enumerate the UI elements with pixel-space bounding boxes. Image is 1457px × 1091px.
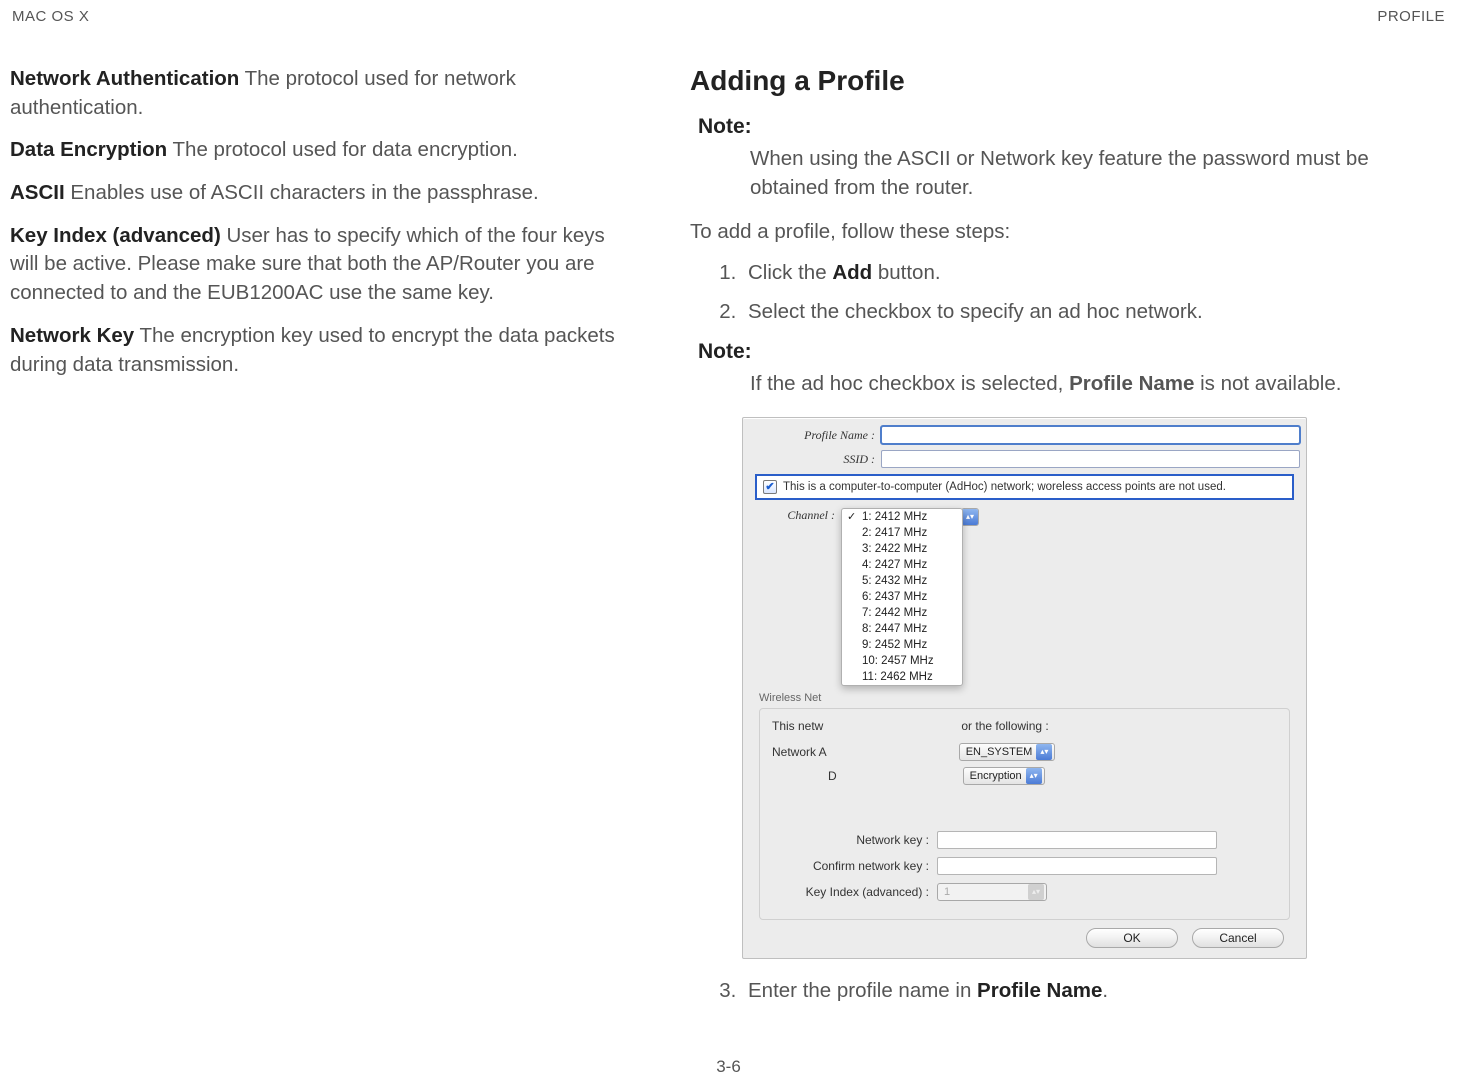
channel-dropdown[interactable]: 1: 2412 MHz 2: 2417 MHz 3: 2422 MHz 4: 2…: [841, 508, 963, 686]
step-2: Select the checkbox to specify an ad hoc…: [742, 298, 1370, 327]
step-1: Click the Add button.: [742, 259, 1370, 288]
section-title: Adding a Profile: [690, 65, 1370, 97]
intro-text: To add a profile, follow these steps:: [690, 218, 1370, 247]
profile-dialog: Profile Name : SSID : ✔ This is a comput…: [742, 417, 1307, 959]
network-key-input[interactable]: [937, 831, 1217, 849]
note-2-body: If the ad hoc checkbox is selected, Prof…: [750, 370, 1370, 399]
cancel-button[interactable]: Cancel: [1192, 928, 1284, 948]
ssid-input[interactable]: [881, 450, 1300, 468]
auth-select[interactable]: EN_SYSTEM▴▾: [959, 743, 1056, 761]
key-index-select: 1▴▾: [937, 883, 1047, 901]
right-column: Adding a Profile Note: When using the AS…: [690, 65, 1370, 1020]
adhoc-checkbox[interactable]: ✔: [763, 480, 777, 494]
adhoc-row[interactable]: ✔ This is a computer-to-computer (AdHoc)…: [755, 474, 1294, 500]
profile-name-label: Profile Name :: [749, 428, 881, 443]
note-1-label: Note:: [698, 115, 1370, 139]
note-1-body: When using the ASCII or Network key feat…: [750, 145, 1370, 202]
confirm-key-label: Confirm network key :: [772, 859, 937, 873]
channel-option[interactable]: 8: 2447 MHz: [842, 621, 962, 637]
def-key-index: Key Index (advanced) User has to specify…: [10, 222, 630, 308]
adhoc-text: This is a computer-to-computer (AdHoc) n…: [783, 481, 1226, 493]
step-3: Enter the profile name in Profile Name.: [742, 977, 1370, 1006]
channel-option[interactable]: 4: 2427 MHz: [842, 557, 962, 573]
channel-option[interactable]: 2: 2417 MHz: [842, 525, 962, 541]
ssid-label: SSID :: [749, 452, 881, 467]
key-index-label: Key Index (advanced) :: [772, 885, 937, 899]
left-column: Network Authentication The protocol used…: [10, 65, 630, 1020]
network-auth-partial: Network A: [772, 745, 835, 759]
channel-option[interactable]: 6: 2437 MHz: [842, 589, 962, 605]
channel-label: Channel :: [749, 508, 841, 523]
page-number: 3-6: [716, 1057, 741, 1077]
def-data-encryption: Data Encryption The protocol used for da…: [10, 136, 630, 165]
confirm-key-input[interactable]: [937, 857, 1217, 875]
channel-option[interactable]: 10: 2457 MHz: [842, 653, 962, 669]
channel-option[interactable]: 5: 2432 MHz: [842, 573, 962, 589]
channel-option[interactable]: 9: 2452 MHz: [842, 637, 962, 653]
this-network-partial: This netw: [772, 719, 831, 733]
note-2-label: Note:: [698, 340, 1370, 364]
for-following: or the following :: [961, 719, 1048, 733]
data-enc-partial: D: [772, 769, 845, 783]
def-network-auth: Network Authentication The protocol used…: [10, 65, 630, 122]
encryption-select[interactable]: Encryption▴▾: [963, 767, 1045, 785]
channel-option[interactable]: 3: 2422 MHz: [842, 541, 962, 557]
profile-name-input[interactable]: [881, 426, 1300, 444]
network-key-label: Network key :: [772, 833, 937, 847]
channel-option[interactable]: 1: 2412 MHz: [842, 509, 962, 525]
header-left: MAC OS X: [12, 8, 89, 25]
def-ascii: ASCII Enables use of ASCII characters in…: [10, 179, 630, 208]
def-network-key: Network Key The encryption key used to e…: [10, 322, 630, 379]
channel-stepper[interactable]: ▴▾: [961, 508, 979, 526]
header-right: PROFILE: [1377, 8, 1445, 25]
ok-button[interactable]: OK: [1086, 928, 1178, 948]
channel-option[interactable]: 7: 2442 MHz: [842, 605, 962, 621]
security-panel: This netw or the following : Network A E…: [759, 708, 1290, 920]
channel-option[interactable]: 11: 2462 MHz: [842, 669, 962, 685]
wireless-sec-label: Wireless Net: [759, 692, 1300, 704]
